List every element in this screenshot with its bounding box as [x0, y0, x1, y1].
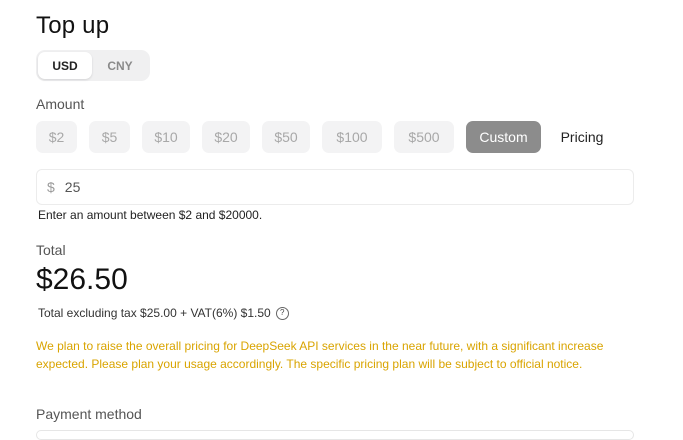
total-amount: $26.50: [36, 263, 128, 296]
amount-option-500[interactable]: $500: [394, 121, 454, 153]
currency-usd-button[interactable]: USD: [38, 52, 92, 79]
currency-cny-button[interactable]: CNY: [92, 52, 148, 79]
amount-option-2[interactable]: $2: [36, 121, 77, 153]
total-breakdown-text: Total excluding tax $25.00 + VAT(6%) $1.…: [38, 306, 271, 320]
custom-amount-field[interactable]: $: [36, 169, 634, 205]
amount-option-custom[interactable]: Custom: [466, 121, 541, 153]
custom-amount-input[interactable]: [62, 178, 587, 196]
amount-option-50[interactable]: $50: [262, 121, 310, 153]
page-title: Top up: [36, 12, 110, 39]
question-circle-icon[interactable]: ?: [275, 306, 289, 320]
amount-option-20[interactable]: $20: [202, 121, 250, 153]
amount-option-5[interactable]: $5: [89, 121, 130, 153]
payment-method-box[interactable]: [36, 430, 634, 440]
amount-option-10[interactable]: $10: [142, 121, 190, 153]
amount-label: Amount: [36, 96, 85, 112]
currency-prefix: $: [47, 179, 55, 195]
pricing-notice: We plan to raise the overall pricing for…: [36, 339, 604, 371]
currency-toggle: USD CNY: [36, 50, 150, 81]
total-label: Total: [36, 242, 66, 258]
payment-method-label: Payment method: [36, 406, 142, 422]
total-breakdown: Total excluding tax $25.00 + VAT(6%) $1.…: [38, 306, 289, 320]
amount-hint: Enter an amount between $2 and $20000.: [38, 208, 263, 222]
pricing-link[interactable]: Pricing: [551, 121, 613, 153]
amount-option-100[interactable]: $100: [322, 121, 382, 153]
